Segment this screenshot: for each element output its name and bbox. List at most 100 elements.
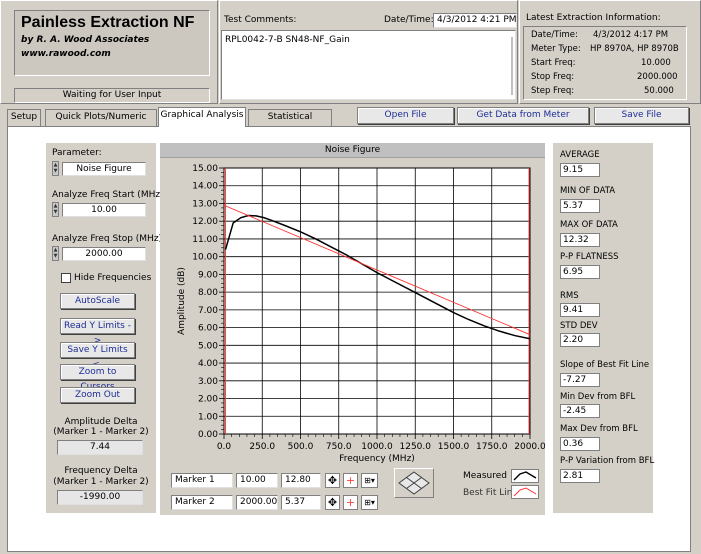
save-y-limits-button[interactable]: Save Y Limits <- (60, 342, 135, 370)
freq-start-label: Analyze Freq Start (MHz) (52, 190, 164, 200)
test-comments-label: Test Comments: (224, 15, 297, 25)
tab-graphical-analysis[interactable]: Graphical Analysis (158, 107, 246, 127)
x-tick-label: 2000.0 (514, 442, 545, 452)
stat-stddev-label: STD DEV (560, 321, 598, 331)
freq-stop-input[interactable]: 2000.00 (62, 247, 146, 261)
y-tick-label: 13.00 (192, 199, 218, 209)
stat-min-value: 5.37 (560, 199, 600, 213)
status-indicator: Waiting for User Input (14, 88, 210, 103)
status-text: Waiting for User Input (62, 90, 162, 100)
stat-slope-value: -7.27 (560, 373, 600, 387)
marker1-x[interactable]: 10.00 (236, 473, 278, 488)
y-tick-label: 11.00 (192, 235, 218, 245)
x-axis-label: Frequency (MHz) (339, 454, 415, 464)
amp-delta-label: Amplitude Delta (64, 417, 138, 427)
title-box: Painless Extraction NF by R. A. Wood Ass… (14, 10, 210, 76)
y-tick-label: 2.00 (198, 395, 218, 405)
tab-quick-plots[interactable]: Quick Plots/Numeric Data (45, 109, 157, 137)
stat-stddev-value: 2.20 (560, 333, 600, 347)
latest-start-label: Start Freq: (531, 58, 576, 68)
stat-flatness-value: 6.95 (560, 265, 600, 279)
stat-average-value: 9.15 (560, 163, 600, 177)
stat-max-value: 12.32 (560, 233, 600, 247)
x-tick-label: 1500.0 (438, 442, 470, 452)
get-data-button[interactable]: Get Data from Meter (457, 107, 589, 124)
pan-arrows-icon (398, 471, 430, 495)
parameter-select[interactable]: Noise Figure (62, 162, 146, 176)
app-title: Painless Extraction NF (21, 14, 195, 31)
latest-stop-label: Stop Freq: (531, 72, 575, 82)
marker2-x[interactable]: 2000.00 (236, 495, 278, 510)
x-tick-label: 1000.0 (361, 442, 393, 452)
marker2-style-icon[interactable]: ⊞▾ (361, 495, 378, 510)
latest-date-value: 4/3/2012 4:17 PM (593, 30, 669, 40)
save-file-button[interactable]: Save File (594, 107, 689, 124)
app-url: www.rawood.com (21, 49, 111, 59)
x-tick-label: 1750.0 (476, 442, 508, 452)
freq-delta-label: Frequency Delta (64, 466, 138, 476)
amp-delta-value: 7.44 (57, 440, 143, 455)
stat-rms-label: RMS (560, 291, 579, 301)
parameter-spinner[interactable]: ▲ ▼ (52, 161, 59, 176)
open-file-button[interactable]: Open File (357, 107, 454, 124)
latest-meter-value: HP 8970A, HP 8970B (590, 44, 679, 54)
stat-flatness-label: P-P FLATNESS (560, 252, 619, 262)
test-comments-textarea[interactable]: RPL0042-7-B SN48-NF_Gain (221, 30, 516, 100)
comments-date-label: Date/Time: (384, 15, 434, 25)
stat-mindev-label: Min Dev from BFL (560, 392, 636, 402)
y-tick-label: 5.00 (198, 341, 218, 351)
marker2-crosshair-icon[interactable]: + (343, 495, 358, 510)
y-tick-label: 8.00 (198, 288, 218, 298)
y-tick-label: 9.00 (198, 270, 218, 280)
legend-measured-swatch (511, 469, 539, 483)
stat-maxdev-label: Max Dev from BFL (560, 424, 638, 434)
graph-title-bar: Noise Figure (160, 143, 545, 158)
legend-bestfit-label: Best Fit Line (463, 488, 518, 498)
stat-ppvar-value: 2.81 (560, 469, 600, 483)
pan-zoom-control[interactable] (394, 468, 434, 498)
freq-stop-spinner[interactable]: ▲ ▼ (52, 246, 59, 261)
y-tick-label: 15.00 (192, 164, 218, 174)
zoom-to-cursors-button[interactable]: Zoom to Cursors (60, 364, 135, 392)
zoom-out-button[interactable]: Zoom Out (60, 387, 135, 403)
y-tick-label: 12.00 (192, 217, 218, 227)
chart-title: Noise Figure (324, 145, 381, 155)
stat-max-label: MAX OF DATA (560, 220, 618, 230)
marker2-y[interactable]: 5.37 (281, 495, 321, 510)
noise-figure-chart[interactable]: 0.00 1.00 2.00 3.00 4.00 5.00 6.00 7.00 8.00 9.00… (160, 158, 545, 468)
latest-start-value: 10.000 (641, 58, 671, 68)
hide-frequencies-checkbox[interactable] (61, 273, 71, 283)
tab-setup[interactable]: Setup (7, 109, 41, 126)
x-tick-label: 0.0 (217, 442, 232, 452)
latest-stop-value: 2000.000 (637, 72, 678, 82)
stat-maxdev-value: 0.36 (560, 437, 600, 451)
marker1-move-icon[interactable]: ✥ (325, 473, 340, 488)
latest-date-label: Date/Time: (531, 30, 578, 40)
y-tick-label: 10.00 (192, 253, 218, 263)
comments-scrollbar[interactable] (511, 37, 513, 95)
freq-stop-label: Analyze Freq Stop (MHz) (52, 234, 163, 244)
autoscale-button[interactable]: AutoScale (60, 293, 135, 309)
marker1-name[interactable]: Marker 1 (171, 473, 233, 488)
marker1-style-icon[interactable]: ⊞▾ (361, 473, 378, 488)
marker1-crosshair-icon[interactable]: + (343, 473, 358, 488)
y-tick-label: 0.00 (198, 430, 218, 440)
comments-date-field: 4/3/2012 4:21 PM (433, 13, 517, 28)
latest-step-label: Step Freq: (531, 86, 575, 96)
marker2-move-icon[interactable]: ✥ (325, 495, 340, 510)
read-y-limits-button[interactable]: Read Y Limits -> (60, 318, 135, 346)
tab-statistical-analysis[interactable]: Statistical Analysis (248, 109, 332, 137)
y-tick-label: 6.00 (198, 324, 218, 334)
freq-delta-sublabel: (Marker 1 - Marker 2) (53, 477, 149, 487)
x-tick-label: 250.0 (249, 442, 275, 452)
legend-bestfit-swatch (511, 485, 539, 499)
freq-start-spinner[interactable]: ▲ ▼ (52, 202, 59, 217)
freq-delta-value: -1990.00 (57, 490, 143, 505)
marker2-name[interactable]: Marker 2 (171, 495, 233, 510)
freq-start-input[interactable]: 10.00 (62, 203, 146, 217)
test-comments-text: RPL0042-7-B SN48-NF_Gain (225, 35, 350, 45)
x-tick-label: 1250.0 (400, 442, 432, 452)
y-tick-label: 7.00 (198, 306, 218, 316)
x-tick-label: 750.0 (326, 442, 352, 452)
marker1-y[interactable]: 12.80 (281, 473, 321, 488)
